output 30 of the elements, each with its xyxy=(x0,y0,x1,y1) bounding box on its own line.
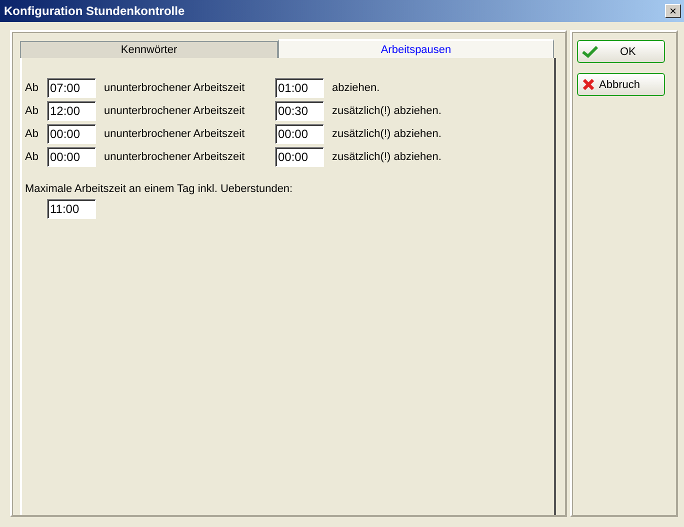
field-label: Ab xyxy=(25,105,40,117)
field-label: Ab xyxy=(25,151,40,163)
ok-button[interactable]: OK xyxy=(577,40,665,63)
input-field[interactable]: 00:00 xyxy=(275,147,324,167)
cross-icon xyxy=(582,78,595,91)
field-label: zusätzlich(!) abziehen. xyxy=(332,151,442,163)
field-label: Maximale Arbeitszeit an einem Tag inkl. Ueberstunden: xyxy=(25,183,294,195)
field-label: ununterbrochener Arbeitszeit xyxy=(104,151,246,163)
input-field[interactable]: 12:00 xyxy=(47,101,96,121)
field-label: abziehen. xyxy=(332,82,381,94)
cancel-button[interactable]: Abbruch xyxy=(577,73,665,96)
field-label: ununterbrochener Arbeitszeit xyxy=(104,128,246,140)
field-label: ununterbrochener Arbeitszeit xyxy=(104,82,246,94)
field-label: Ab xyxy=(25,128,40,140)
field-label: Ab xyxy=(25,82,40,94)
field-label: zusätzlich(!) abziehen. xyxy=(332,128,442,140)
input-field[interactable]: 00:30 xyxy=(275,101,324,121)
field-label: ununterbrochener Arbeitszeit xyxy=(104,105,246,117)
input-field[interactable]: 07:00 xyxy=(47,78,96,98)
tab[interactable]: Arbeitspausen xyxy=(278,39,554,58)
tab[interactable]: Kennwörter xyxy=(20,41,278,58)
field-label: zusätzlich(!) abziehen. xyxy=(332,105,442,117)
input-field[interactable]: 01:00 xyxy=(275,78,324,98)
input-field[interactable]: 00:00 xyxy=(47,147,96,167)
checkmark-icon xyxy=(582,46,598,58)
close-button[interactable]: × xyxy=(665,4,681,18)
input-field[interactable]: 11:00 xyxy=(47,199,96,219)
input-field[interactable]: 00:00 xyxy=(47,124,96,144)
window-title: Konfiguration Stundenkontrolle xyxy=(4,4,185,18)
input-field[interactable]: 00:00 xyxy=(275,124,324,144)
